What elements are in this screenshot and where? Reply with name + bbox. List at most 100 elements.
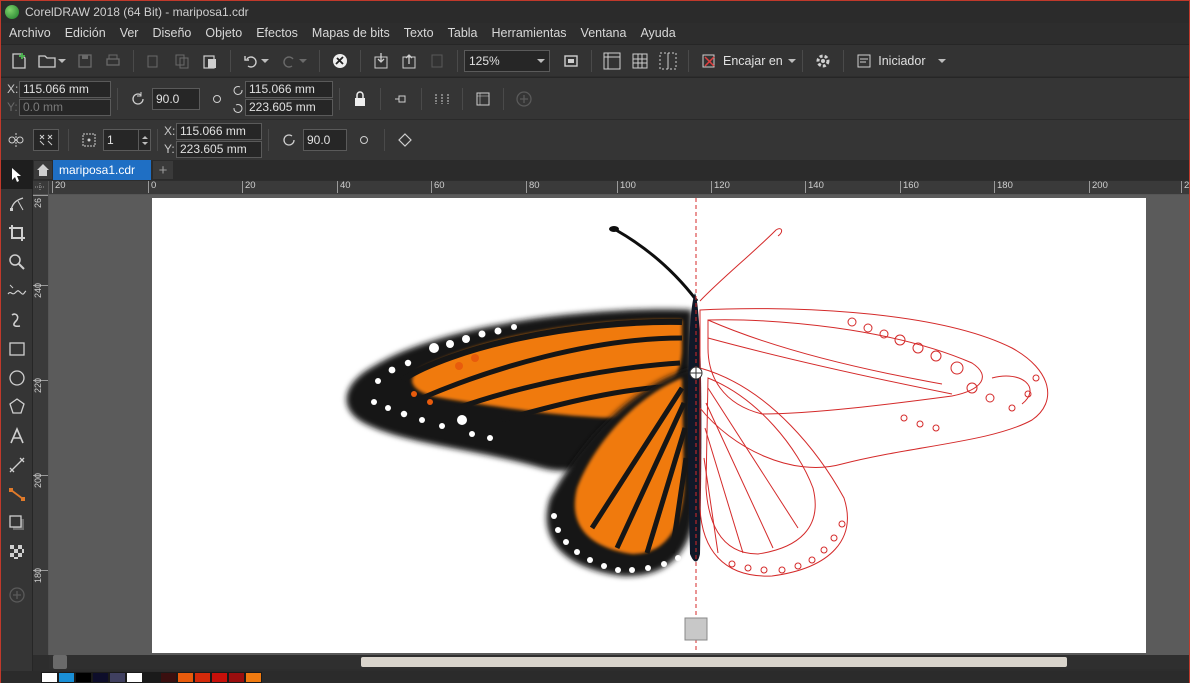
menu-efectos[interactable]: Efectos [256, 26, 298, 40]
cut-icon[interactable] [143, 50, 165, 72]
menu-edicion[interactable]: Edición [65, 26, 106, 40]
lock-icon[interactable] [349, 88, 371, 110]
launcher-dropdown[interactable]: Iniciador [878, 54, 946, 68]
outline-wing-half[interactable] [699, 228, 1049, 577]
menu-mapas-de-bits[interactable]: Mapas de bits [312, 26, 390, 40]
redo-icon[interactable] [278, 50, 310, 72]
palette-swatch[interactable] [58, 671, 75, 683]
zoom-level-select[interactable]: 125% [464, 49, 550, 72]
align-icon[interactable] [390, 88, 412, 110]
artistic-media-tool-icon[interactable] [1, 305, 33, 334]
crop-tool-icon[interactable] [1, 218, 33, 247]
connector-tool-icon[interactable] [1, 479, 33, 508]
shape-tool-icon[interactable] [1, 189, 33, 218]
palette-swatch[interactable] [228, 671, 245, 683]
symmetry-x-input[interactable]: 115.066 mm [176, 122, 262, 140]
open-folder-icon[interactable] [36, 50, 68, 72]
ruler-origin-corner[interactable] [33, 181, 49, 195]
drawing-workspace[interactable] [49, 195, 1189, 655]
menu-ventana[interactable]: Ventana [581, 26, 627, 40]
symmetry-line-count-input[interactable]: 1 [103, 129, 139, 151]
butterfly-artwork[interactable] [152, 198, 1146, 653]
new-tab-icon[interactable]: + [153, 161, 173, 179]
show-grid-icon[interactable] [629, 50, 651, 72]
horizontal-scrollbar[interactable] [49, 655, 1189, 669]
menu-herramientas[interactable]: Herramientas [492, 26, 567, 40]
text-tool-icon[interactable] [1, 421, 33, 450]
palette-swatch[interactable] [211, 671, 228, 683]
options-gear-icon[interactable] [812, 50, 834, 72]
palette-swatch[interactable] [194, 671, 211, 683]
undo-icon[interactable] [240, 50, 272, 72]
menu-ayuda[interactable]: Ayuda [640, 26, 675, 40]
vertical-ruler[interactable]: 26 240 220 200 180 [33, 195, 49, 655]
print-icon[interactable] [102, 50, 124, 72]
standard-toolbar: 125% Encajar en Iniciador [1, 44, 1189, 76]
show-rulers-icon[interactable] [601, 50, 623, 72]
rotation-center-marker[interactable] [689, 366, 703, 380]
horizontal-ruler[interactable]: 20 0 20 40 60 80 100 120 140 160 180 200… [49, 181, 1189, 195]
y-position-input[interactable]: 0.0 mm [19, 99, 111, 116]
menu-archivo[interactable]: Archivo [9, 26, 51, 40]
palette-swatch[interactable] [109, 671, 126, 683]
symmetry-rotation-input[interactable]: 90.0 [303, 129, 347, 151]
export-icon[interactable] [398, 50, 420, 72]
edit-symmetry-icon[interactable] [33, 129, 59, 151]
parallel-dimension-tool-icon[interactable] [1, 450, 33, 479]
palette-swatch[interactable] [143, 671, 160, 683]
save-icon[interactable] [74, 50, 96, 72]
add-tool-icon[interactable] [1, 580, 33, 609]
menu-diseno[interactable]: Diseño [152, 26, 191, 40]
palette-swatch[interactable] [126, 671, 143, 683]
rotation-center-x-icon [233, 85, 243, 95]
drawing-page[interactable] [152, 198, 1146, 653]
palette-swatch[interactable] [177, 671, 194, 683]
search-content-icon[interactable] [329, 50, 351, 72]
publish-pdf-icon[interactable] [426, 50, 448, 72]
pick-tool-icon[interactable] [1, 160, 33, 189]
launcher-icon[interactable] [853, 50, 875, 72]
distribute-icon[interactable] [431, 88, 453, 110]
symmetry-icon[interactable] [5, 129, 27, 151]
page-navigator-icon[interactable] [53, 655, 67, 669]
ellipse-tool-icon[interactable] [1, 363, 33, 392]
frame-icon[interactable] [472, 88, 494, 110]
rectangle-tool-icon[interactable] [1, 334, 33, 363]
palette-swatch[interactable] [160, 671, 177, 683]
copy-icon[interactable] [171, 50, 193, 72]
palette-swatch[interactable] [41, 671, 58, 683]
palette-swatch[interactable] [245, 671, 262, 683]
menu-objeto[interactable]: Objeto [205, 26, 242, 40]
filled-wing-half[interactable] [346, 226, 702, 577]
menu-texto[interactable]: Texto [404, 26, 434, 40]
drop-shadow-tool-icon[interactable] [1, 508, 33, 537]
snap-to-icon[interactable] [698, 50, 720, 72]
show-guidelines-icon[interactable] [657, 50, 679, 72]
welcome-home-icon[interactable] [34, 161, 52, 179]
menu-tabla[interactable]: Tabla [448, 26, 478, 40]
new-document-icon[interactable] [8, 50, 30, 72]
transparency-tool-icon[interactable] [1, 537, 33, 566]
symmetry-y-input[interactable]: 223.605 mm [176, 140, 262, 158]
mirror-diamond-icon[interactable] [394, 129, 416, 151]
symmetry-handle[interactable] [684, 617, 708, 641]
rotation-angle-input[interactable]: 90.0 [152, 87, 200, 110]
freehand-tool-icon[interactable] [1, 276, 33, 305]
palette-swatch[interactable] [92, 671, 109, 683]
paste-icon[interactable] [199, 50, 221, 72]
tab-mariposa1[interactable]: mariposa1.cdr [53, 160, 151, 180]
zoom-tool-icon[interactable] [1, 247, 33, 276]
import-icon[interactable] [370, 50, 392, 72]
palette-swatch[interactable] [75, 671, 92, 683]
polygon-tool-icon[interactable] [1, 392, 33, 421]
snap-to-dropdown[interactable]: Encajar en [723, 54, 797, 68]
rotation-center-y-input[interactable]: 223.605 mm [245, 99, 333, 116]
rotation-center-x-input[interactable]: 115.066 mm [245, 81, 333, 98]
x-position-input[interactable]: 115.066 mm [19, 81, 111, 98]
scroll-thumb[interactable] [361, 657, 1067, 667]
full-screen-icon[interactable] [560, 50, 582, 72]
line-count-spinner[interactable] [139, 129, 151, 151]
menu-ver[interactable]: Ver [120, 26, 139, 40]
ruler-label: 0 [148, 181, 156, 193]
add-icon[interactable] [513, 88, 535, 110]
